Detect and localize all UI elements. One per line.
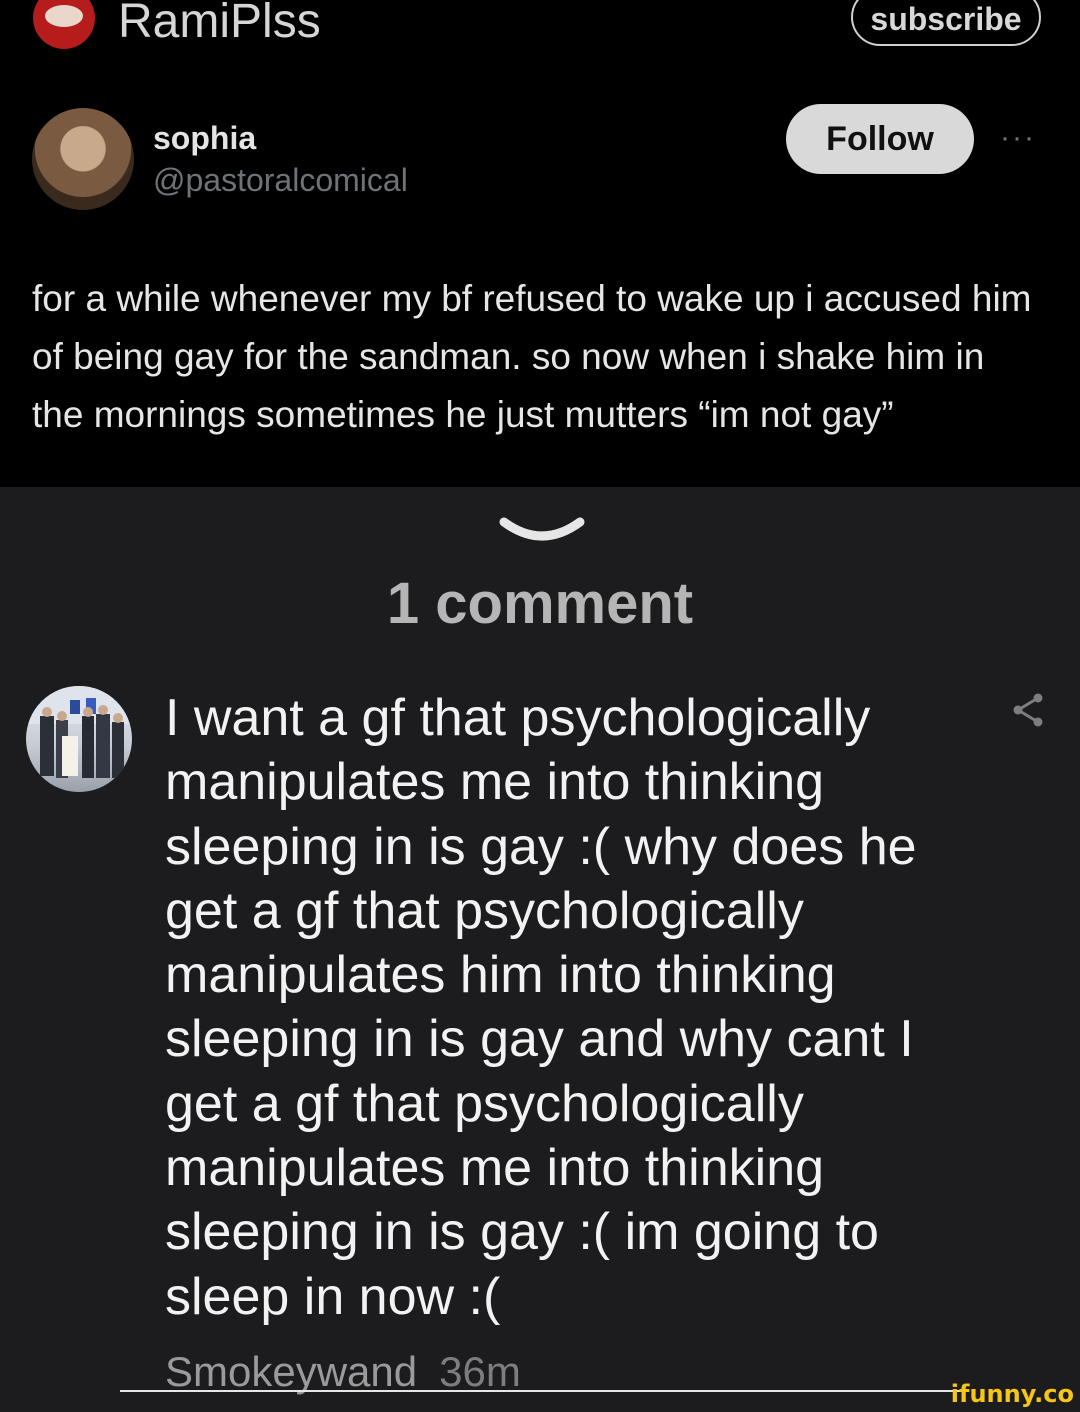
tweet-text: for a while whenever my bf refused to wa…	[32, 278, 1032, 435]
more-dots-icon[interactable]: ···	[1000, 118, 1048, 158]
comment-timestamp: 36m	[439, 1348, 521, 1395]
comment-count: 1 comment	[386, 571, 694, 636]
comment-author[interactable]: Smokeywand	[165, 1348, 417, 1395]
channel-avatar[interactable]	[33, 0, 95, 49]
share-icon[interactable]	[1010, 692, 1046, 728]
tweet-author-name[interactable]: sophia	[153, 120, 256, 157]
commenter-avatar[interactable]	[26, 686, 132, 792]
follow-button[interactable]: Follow	[786, 104, 974, 174]
watermark-logo: ifunny.co	[950, 1380, 1074, 1408]
tweet-author-avatar[interactable]	[32, 108, 134, 210]
chevron-down-icon[interactable]	[496, 508, 588, 552]
comment-text: I want a gf that psychologically manipul…	[165, 689, 917, 1326]
subscribe-button[interactable]: subscribe	[851, 0, 1041, 46]
tweet-screenshot-panel: RamiPlss subscribe sophia @pastoralcomic…	[0, 0, 1080, 487]
divider	[120, 1390, 960, 1392]
channel-name[interactable]: RamiPlss	[118, 0, 321, 50]
tweet-author-handle[interactable]: @pastoralcomical	[153, 162, 408, 199]
